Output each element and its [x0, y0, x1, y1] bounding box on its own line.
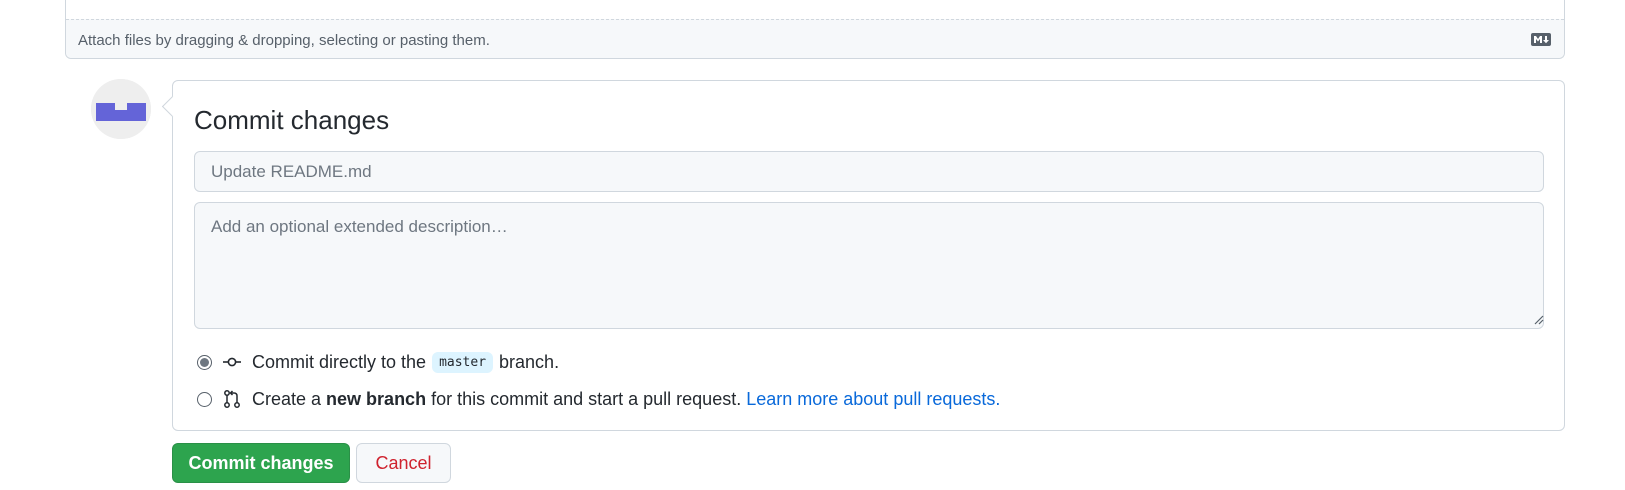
git-pull-request-icon — [224, 390, 240, 408]
commit-summary-input[interactable] — [194, 151, 1544, 192]
learn-more-pull-requests-link[interactable]: Learn more about pull requests. — [746, 389, 1000, 410]
git-commit-icon — [223, 357, 241, 367]
avatar-identicon — [91, 79, 151, 139]
commit-direct-radio[interactable] — [197, 354, 212, 370]
attach-files-bar[interactable]: Attach files by dragging & dropping, sel… — [66, 19, 1564, 58]
commit-description-textarea[interactable] — [194, 202, 1544, 329]
file-editor: Attach files by dragging & dropping, sel… — [65, 0, 1565, 59]
markdown-icon[interactable] — [1531, 33, 1551, 46]
create-branch-prefix: Create a — [252, 388, 322, 409]
create-branch-radio[interactable] — [197, 391, 212, 407]
avatar — [91, 79, 151, 139]
commit-changes-panel: Commit changes Commit directly to the ma… — [172, 80, 1565, 431]
resize-handle-icon[interactable] — [1534, 315, 1544, 325]
create-branch-option[interactable]: Create a new branch for this commit and … — [197, 386, 1000, 412]
new-branch-emphasis: new branch — [326, 388, 427, 409]
cancel-button[interactable]: Cancel — [356, 443, 451, 483]
commit-direct-suffix: branch. — [499, 351, 560, 372]
commit-direct-option[interactable]: Commit directly to the master branch. — [197, 349, 559, 375]
commit-changes-button[interactable]: Commit changes — [172, 443, 350, 483]
commit-direct-prefix: Commit directly to the — [252, 351, 427, 372]
attach-files-text: Attach files by dragging & dropping, sel… — [78, 32, 490, 49]
branch-name-badge: master — [432, 351, 494, 373]
commit-title: Commit changes — [194, 105, 390, 135]
create-branch-suffix: for this commit and start a pull request… — [431, 388, 742, 409]
